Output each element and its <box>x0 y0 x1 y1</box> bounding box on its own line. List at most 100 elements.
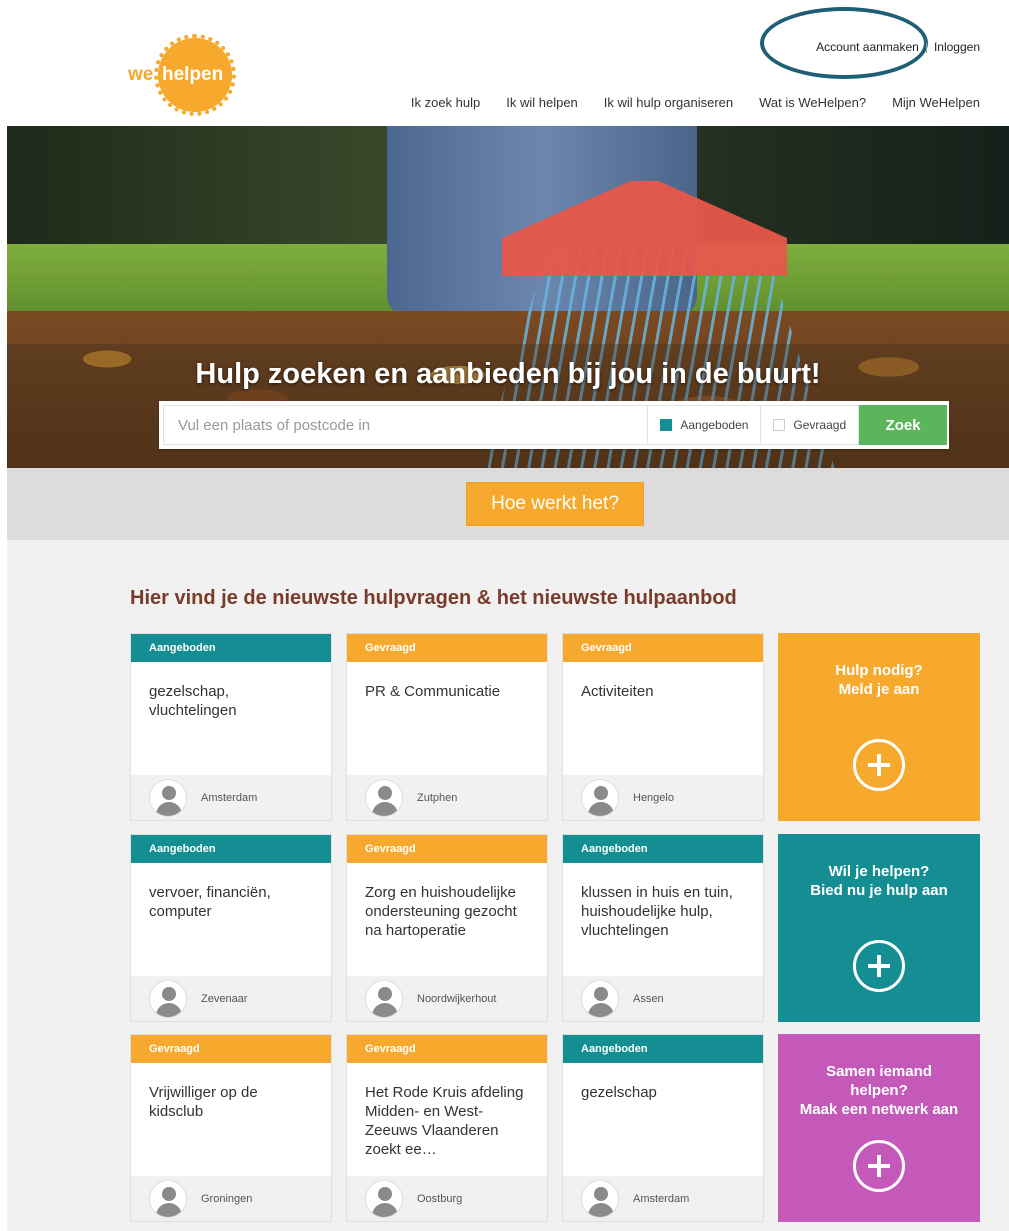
nav-ik-zoek-hulp[interactable]: Ik zoek hulp <box>411 95 480 110</box>
create-account-link[interactable]: Account aanmaken <box>816 40 919 54</box>
filter-offered-checkbox[interactable]: Aangeboden <box>648 405 762 445</box>
cta-request-help[interactable]: Hulp nodig? Meld je aan <box>778 633 980 821</box>
cta-offer-help[interactable]: Wil je helpen? Bied nu je hulp aan <box>778 834 980 1022</box>
card-title: Zorg en huishoudelijke ondersteuning gez… <box>365 884 517 939</box>
checkbox-checked-icon <box>660 419 673 431</box>
card-footer: Zevenaar <box>131 976 331 1021</box>
card-city: Groningen <box>201 1192 253 1205</box>
card-title: Activiteiten <box>581 683 654 700</box>
card-type-badge: Gevraagd <box>347 835 547 863</box>
cta-text: Wil je helpen? Bied nu je hulp aan <box>778 834 980 900</box>
listing-card[interactable]: Gevraagd Het Rode Kruis afdeling Midden-… <box>346 1034 548 1222</box>
filter-offered-label: Aangeboden <box>680 418 749 432</box>
plus-circle-icon[interactable] <box>853 940 905 992</box>
card-type-badge: Gevraagd <box>563 634 763 662</box>
cta-line: Samen iemand <box>826 1063 932 1080</box>
cta-line: Bied nu je hulp aan <box>810 882 948 899</box>
cta-line: helpen? <box>850 1082 908 1099</box>
card-footer: Amsterdam <box>131 775 331 820</box>
hero-rake <box>502 126 787 346</box>
cta-line: Meld je aan <box>838 681 920 698</box>
card-title: Vrijwilliger op de kidsclub <box>149 1084 258 1120</box>
card-title: gezelschap, vluchtelingen <box>149 683 237 719</box>
avatar-icon <box>365 778 403 817</box>
card-title: Het Rode Kruis afdeling Midden- en West-… <box>365 1084 524 1158</box>
listing-card[interactable]: Gevraagd PR & Communicatie Zutphen <box>346 633 548 821</box>
how-it-works-band: Hoe werkt het? <box>7 468 1009 540</box>
hero-banner: Hulp zoeken en aanbieden bij jou in de b… <box>7 126 1009 468</box>
checkbox-unchecked-icon <box>773 419 786 431</box>
plus-circle-icon[interactable] <box>853 1140 905 1192</box>
card-city: Amsterdam <box>201 791 258 804</box>
nav-ik-wil-helpen[interactable]: Ik wil helpen <box>506 95 578 110</box>
card-title: klussen in huis en tuin, huishoudelijke … <box>581 884 733 939</box>
card-footer: Zutphen <box>347 775 547 820</box>
hero-title: Hulp zoeken en aanbieden bij jou in de b… <box>195 358 821 390</box>
card-city: Hengelo <box>633 791 674 804</box>
card-city: Noordwijkerhout <box>417 992 497 1005</box>
card-footer: Oostburg <box>347 1176 547 1221</box>
cta-line: Maak een netwerk aan <box>799 1101 959 1118</box>
account-separator: | <box>924 40 928 54</box>
avatar-icon <box>365 979 403 1018</box>
cta-line: Hulp nodig? <box>835 662 923 679</box>
filter-requested-label: Gevraagd <box>793 418 847 432</box>
card-footer: Amsterdam <box>563 1176 763 1221</box>
card-city: Zevenaar <box>201 992 248 1005</box>
nav-mijn-wehelpen[interactable]: Mijn WeHelpen <box>892 95 980 110</box>
listing-card[interactable]: Gevraagd Zorg en huishoudelijke onderste… <box>346 834 548 1022</box>
location-search-input[interactable] <box>163 405 649 445</box>
avatar-icon <box>581 979 619 1018</box>
listings-section: Hier vind je de nieuwste hulpvragen & he… <box>7 540 1009 1231</box>
card-type-badge: Aangeboden <box>563 1035 763 1063</box>
card-city: Oostburg <box>417 1192 463 1205</box>
section-title: Hier vind je de nieuwste hulpvragen & he… <box>130 587 737 609</box>
listing-card[interactable]: Aangeboden vervoer, financiën, computer … <box>130 834 332 1022</box>
avatar-icon <box>149 979 187 1018</box>
listing-card[interactable]: Aangeboden gezelschap Amsterdam <box>562 1034 764 1222</box>
avatar-icon <box>581 778 619 817</box>
card-city: Amsterdam <box>633 1192 690 1205</box>
card-footer: Noordwijkerhout <box>347 976 547 1021</box>
card-title: PR & Communicatie <box>365 683 501 700</box>
cta-create-network[interactable]: Samen iemand helpen? Maak een netwerk aa… <box>778 1034 980 1222</box>
card-title: vervoer, financiën, computer <box>149 884 271 920</box>
cta-text: Samen iemand helpen? Maak een netwerk aa… <box>778 1034 980 1119</box>
avatar-icon <box>581 1179 619 1218</box>
card-type-badge: Aangeboden <box>131 634 331 662</box>
card-city: Zutphen <box>417 791 458 804</box>
wehelpen-logo[interactable]: we helpen <box>128 34 236 116</box>
logo-we-text: we <box>128 64 154 85</box>
avatar-icon <box>365 1179 403 1218</box>
logo-helpen-text: helpen <box>162 64 224 85</box>
nav-ik-wil-hulp-organiseren[interactable]: Ik wil hulp organiseren <box>604 95 733 110</box>
avatar-icon <box>149 1179 187 1218</box>
card-type-badge: Gevraagd <box>347 634 547 662</box>
nav-wat-is-wehelpen[interactable]: Wat is WeHelpen? <box>759 95 866 110</box>
listing-card[interactable]: Gevraagd Vrijwilliger op de kidsclub Gro… <box>130 1034 332 1222</box>
card-type-badge: Gevraagd <box>347 1035 547 1063</box>
listing-card[interactable]: Aangeboden gezelschap, vluchtelingen Ams… <box>130 633 332 821</box>
plus-circle-icon[interactable] <box>853 739 905 791</box>
search-bar: Aangeboden Gevraagd Zoek <box>159 401 949 449</box>
card-type-badge: Aangeboden <box>131 835 331 863</box>
card-type-badge: Gevraagd <box>131 1035 331 1063</box>
page: we helpen Account aanmaken | Inloggen Ik… <box>0 0 1009 1231</box>
filter-requested-checkbox[interactable]: Gevraagd <box>761 405 860 445</box>
card-footer: Hengelo <box>563 775 763 820</box>
listing-card[interactable]: Gevraagd Activiteiten Hengelo <box>562 633 764 821</box>
listing-card[interactable]: Aangeboden klussen in huis en tuin, huis… <box>562 834 764 1022</box>
how-it-works-button[interactable]: Hoe werkt het? <box>466 482 644 526</box>
card-title: gezelschap <box>581 1084 657 1101</box>
cta-text: Hulp nodig? Meld je aan <box>778 633 980 699</box>
avatar-icon <box>149 778 187 817</box>
login-link[interactable]: Inloggen <box>934 40 980 54</box>
card-footer: Groningen <box>131 1176 331 1221</box>
account-links: Account aanmaken | Inloggen <box>816 40 980 54</box>
card-footer: Assen <box>563 976 763 1021</box>
cta-line: Wil je helpen? <box>828 863 930 880</box>
card-city: Assen <box>633 992 664 1005</box>
card-type-badge: Aangeboden <box>563 835 763 863</box>
main-nav: Ik zoek hulp Ik wil helpen Ik wil hulp o… <box>411 95 980 110</box>
search-button[interactable]: Zoek <box>859 405 947 445</box>
